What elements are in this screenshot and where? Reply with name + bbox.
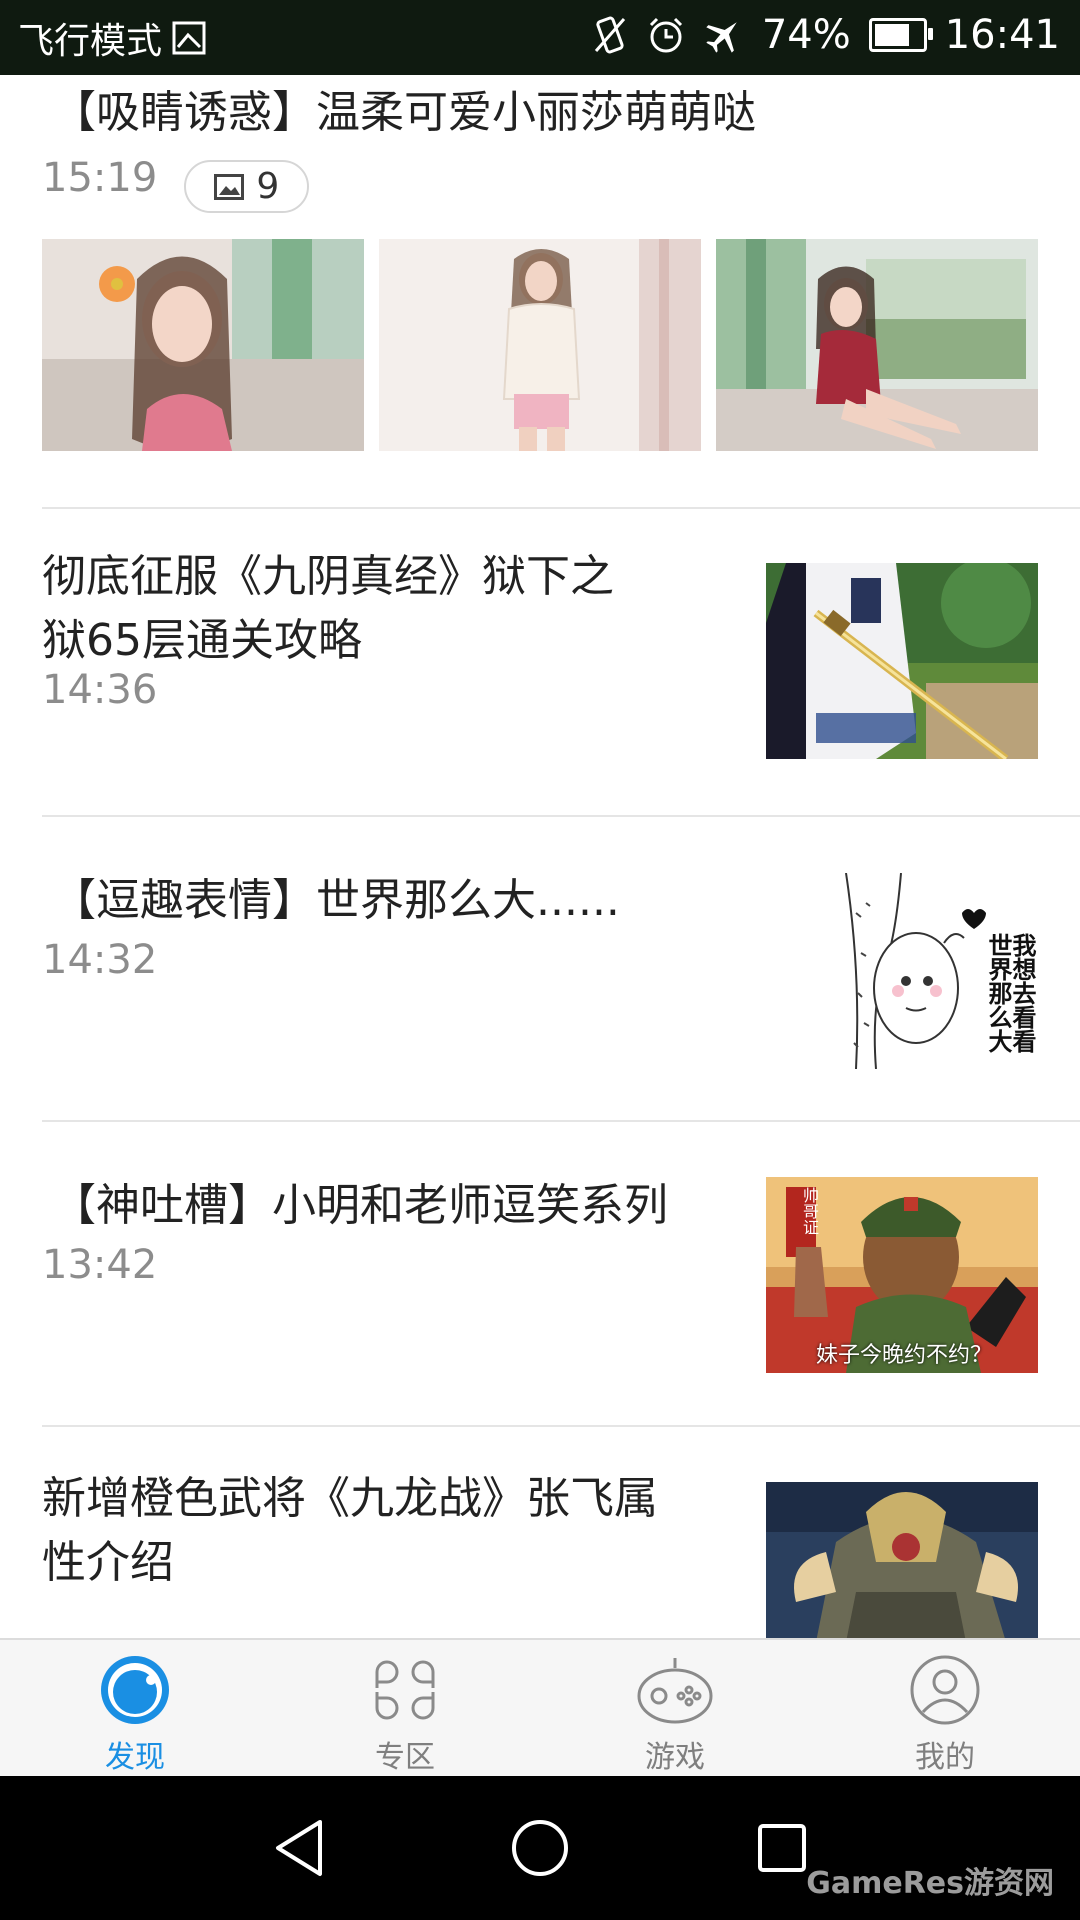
photo-thumbnail[interactable] — [42, 239, 364, 451]
alarm-icon — [649, 17, 682, 53]
poster-thumbnail[interactable]: 帅哥证 妹子今晚约不约？ — [766, 1177, 1038, 1373]
item-title: 【神吐槽】小明和老师逗笑系列 — [52, 1180, 668, 1231]
item-time: 14:32 — [42, 937, 158, 983]
item-title: 【吸睛诱惑】温柔可爱小丽莎萌萌哒 — [52, 87, 756, 138]
image-count: 9 — [256, 166, 280, 207]
battery-icon — [868, 18, 933, 52]
bottom-tab-bar: 发现 专区 游戏 我的 — [0, 1638, 1080, 1778]
tab-label: 我的 — [915, 1740, 975, 1775]
home-icon[interactable] — [510, 1816, 570, 1880]
item-title: 【逗趣表情】世界那么大...... — [52, 875, 620, 926]
article-thumbnail[interactable] — [766, 563, 1038, 759]
tab-label: 专区 — [375, 1740, 435, 1775]
watermark: GameRes游资网 — [806, 1866, 1054, 1901]
item-title: 彻底征服《九阴真经》狱下之 狱65层通关攻略 — [42, 551, 614, 666]
feed-item[interactable]: 【吸睛诱惑】温柔可爱小丽莎萌萌哒 15:19 9 — [42, 75, 1080, 513]
clock: 16:41 — [944, 12, 1060, 58]
airplane-icon — [706, 22, 737, 53]
item-time: 15:19 — [42, 155, 158, 201]
battery-percent: 74% — [761, 12, 851, 58]
tab-label: 发现 — [105, 1740, 165, 1775]
tab-discover[interactable]: 发现 — [0, 1640, 270, 1778]
photo-thumbnail[interactable] — [716, 239, 1038, 451]
back-icon[interactable] — [270, 1816, 330, 1880]
image-count-badge: 9 — [184, 160, 310, 213]
tab-games[interactable]: 游戏 — [540, 1640, 810, 1778]
item-time: 14:36 — [42, 667, 158, 713]
tab-mine[interactable]: 我的 — [810, 1640, 1080, 1778]
poster-caption: 妹子今晚约不约？ — [816, 1343, 993, 1368]
airplane-mode-text: 飞行模式 — [18, 21, 163, 62]
item-time: 13:42 — [42, 1242, 158, 1288]
article-thumbnail[interactable] — [766, 1482, 1038, 1638]
user-icon — [910, 1655, 980, 1725]
grid-icon — [375, 1660, 435, 1720]
gamepad-icon — [637, 1658, 713, 1724]
system-nav-bar: GameRes游资网 — [0, 1776, 1080, 1920]
image-icon — [172, 21, 206, 55]
news-feed[interactable]: 【吸睛诱惑】温柔可爱小丽莎萌萌哒 15:19 9 彻底征服《九阴真经》狱下之 狱… — [0, 75, 1080, 1638]
meme-thumbnail[interactable]: 我想去看看世界那么大 — [766, 873, 1038, 1069]
vibrate-icon — [594, 16, 625, 54]
gallery-icon — [214, 173, 245, 200]
tab-label: 游戏 — [645, 1740, 705, 1775]
item-title: 新增橙色武将《九龙战》张飞属 性介绍 — [42, 1473, 658, 1588]
meme-text: 我想去看看世界那么大 — [984, 933, 1036, 1053]
tab-zone[interactable]: 专区 — [270, 1640, 540, 1778]
recents-icon[interactable] — [752, 1816, 812, 1880]
discover-icon — [101, 1656, 169, 1724]
status-bar: 飞行模式 74% 16:41 — [0, 0, 1080, 75]
photo-thumbnail[interactable] — [379, 239, 701, 451]
poster-tag: 帅哥证 — [800, 1187, 819, 1235]
